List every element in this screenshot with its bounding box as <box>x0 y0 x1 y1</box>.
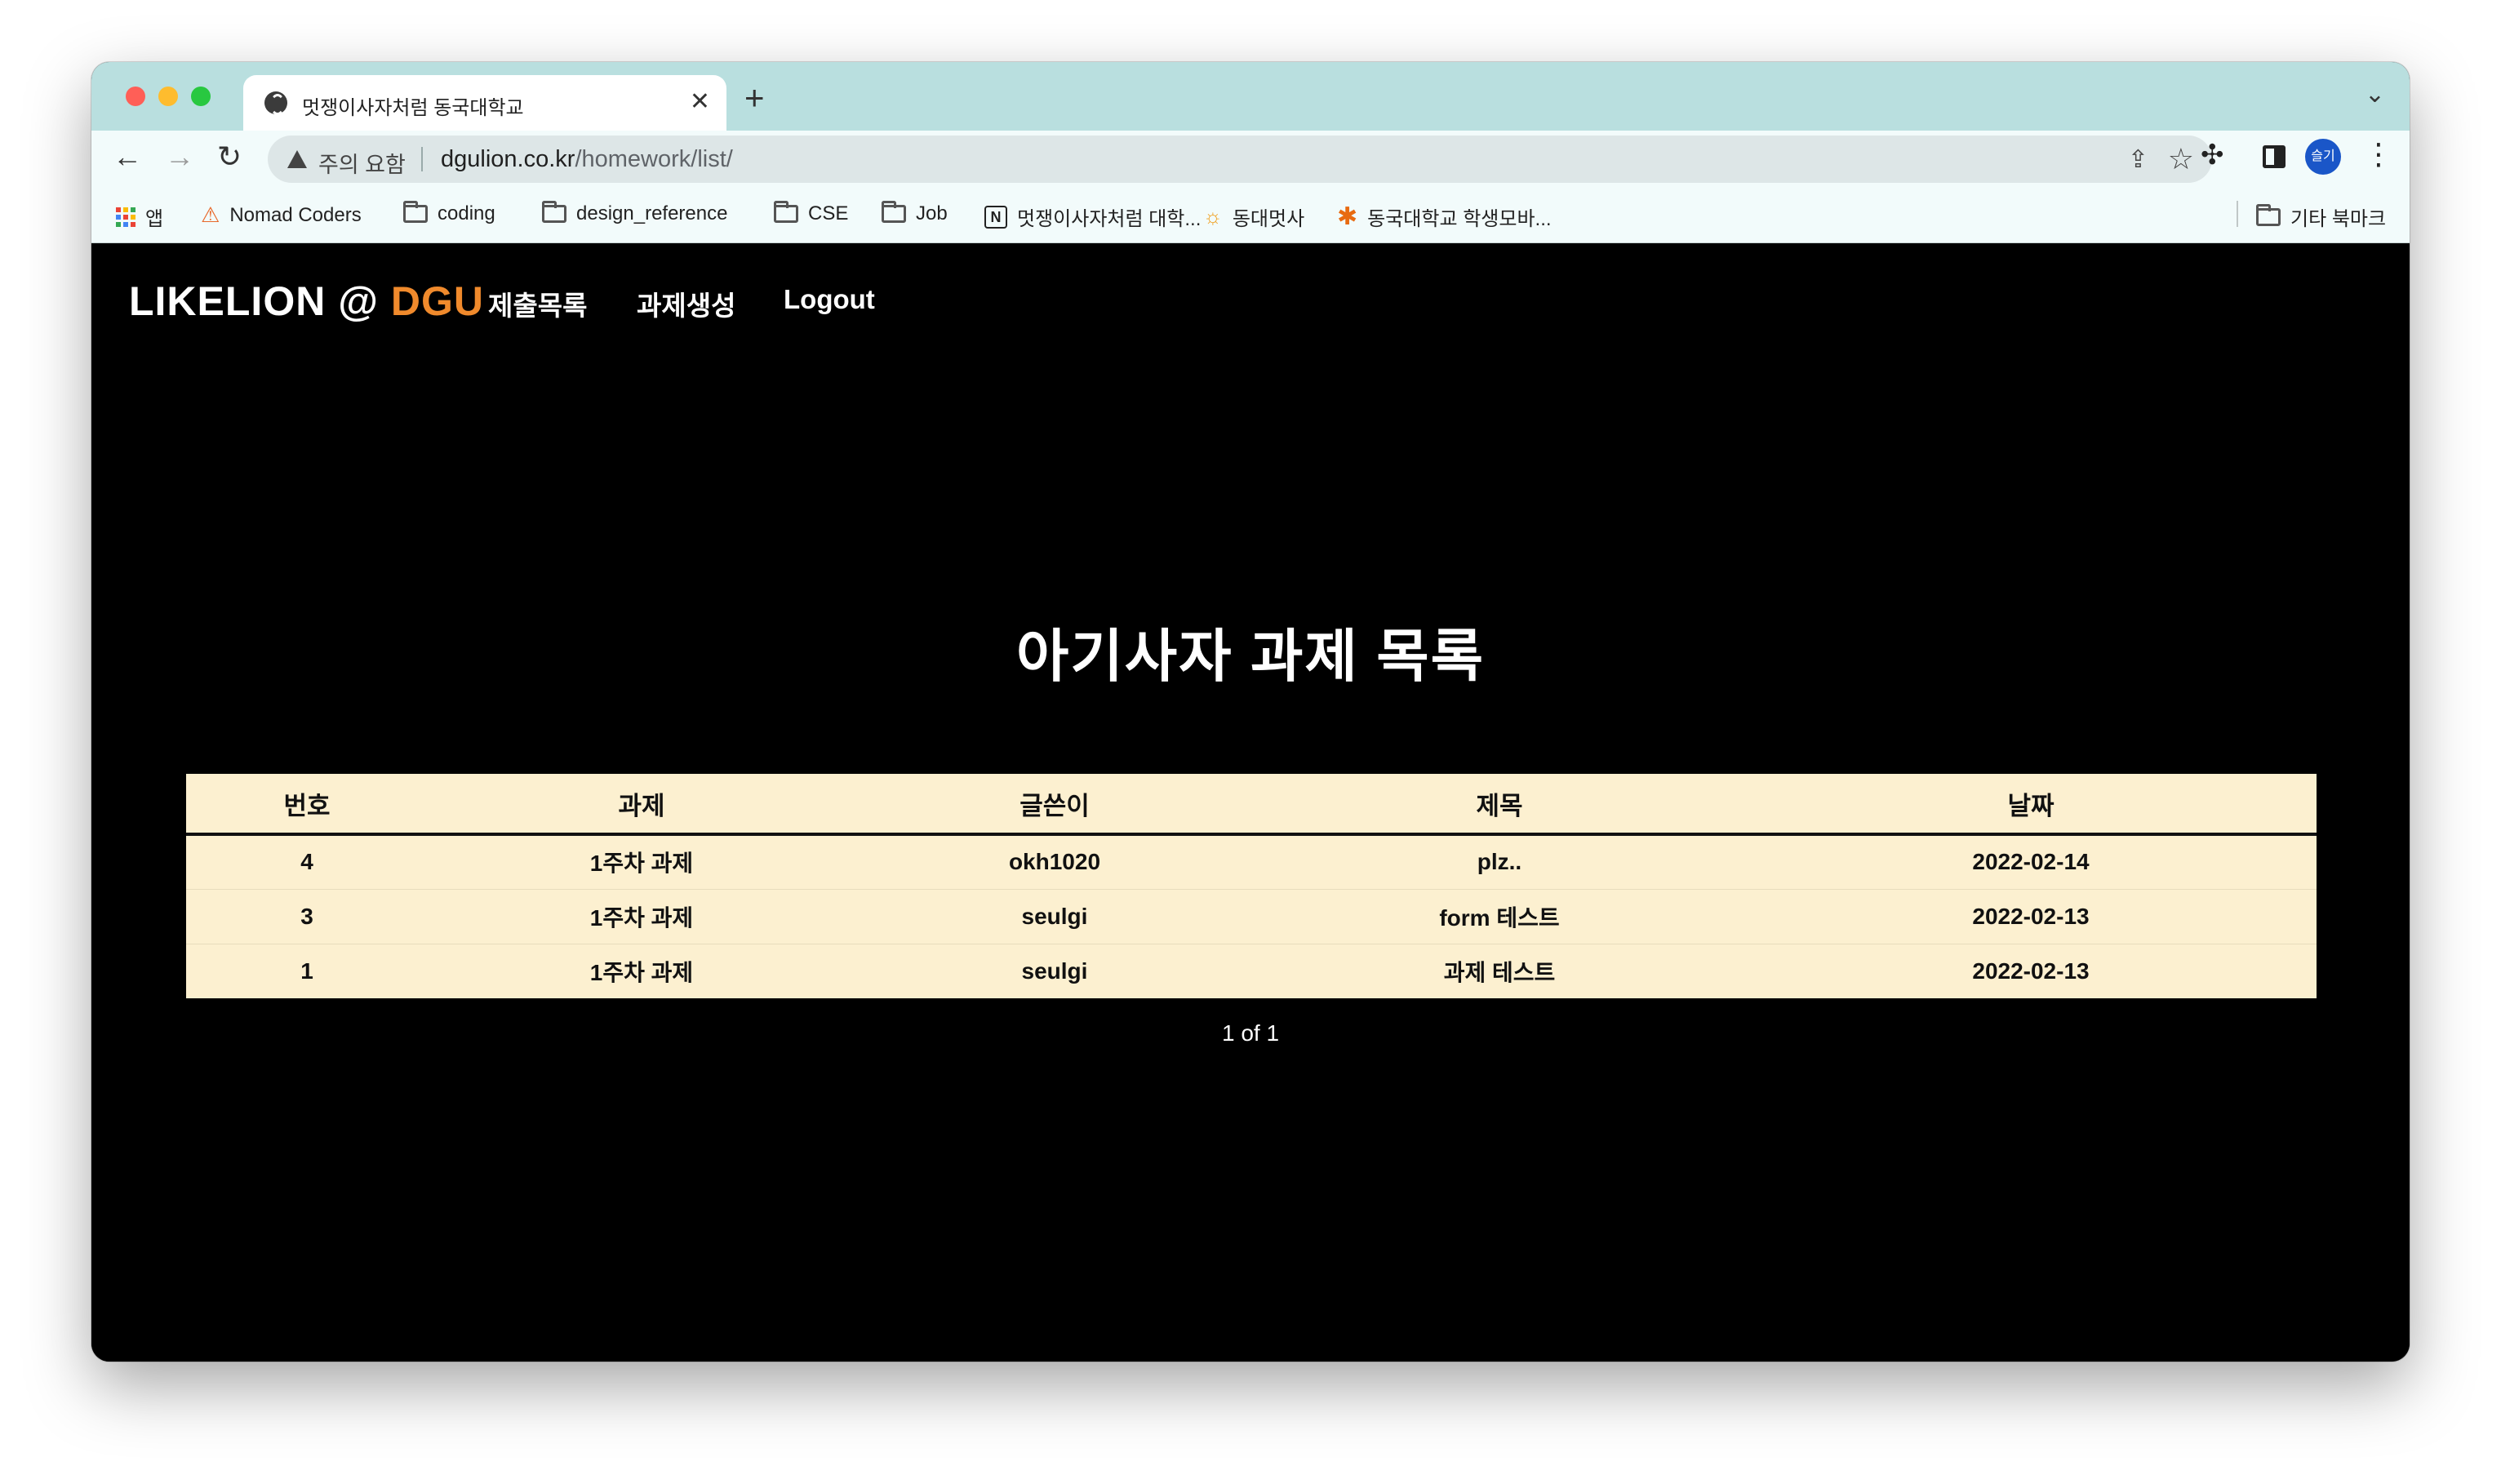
sun-icon: ☼ <box>1203 204 1223 229</box>
bookmark-label: design_reference <box>576 202 728 224</box>
close-window-button[interactable] <box>126 87 145 106</box>
notion-icon: N <box>984 205 1007 229</box>
minimize-window-button[interactable] <box>158 87 178 106</box>
cell-title-link[interactable]: plz.. <box>1254 834 1745 890</box>
folder-icon <box>403 201 428 223</box>
bookmark-nomad-coders[interactable]: ⚠ Nomad Coders <box>201 202 362 228</box>
close-tab-icon[interactable]: ✕ <box>690 88 710 116</box>
tab-search-chevron-icon[interactable]: ⌄ <box>2365 80 2385 109</box>
page-content: LIKELION @ DGU 제출목록 과제생성 Logout 아기사자 과제 … <box>91 243 2410 1362</box>
column-header-number: 번호 <box>283 791 331 820</box>
url-text[interactable]: dgulion.co.kr/homework/list/ <box>441 146 733 173</box>
table-row[interactable]: 1 1주차 과제 seulgi 과제 테스트 2022-02-13 <box>186 944 2317 998</box>
cell-number: 1 <box>300 957 313 984</box>
bookmarks-divider <box>2237 201 2238 227</box>
nav-submission-list[interactable]: 제출목록 <box>488 284 587 323</box>
bookmark-coding[interactable]: coding <box>403 201 495 225</box>
globe-icon <box>264 91 287 115</box>
bookmark-apps[interactable]: 앱 <box>116 202 163 231</box>
site-logo[interactable]: LIKELION @ DGU <box>129 278 484 325</box>
bookmark-label: 기타 북마크 <box>2290 208 2387 230</box>
cell-author: seulgi <box>855 889 1254 944</box>
folder-icon <box>774 201 798 223</box>
bookmark-label: Nomad Coders <box>229 203 362 226</box>
cell-author: seulgi <box>1021 957 1088 984</box>
homework-table: 번호 과제 글쓴이 제목 날짜 4 1주차 과제 okh1020 plz.. 2… <box>186 774 2317 998</box>
pagination-label: 1 of 1 <box>1221 1020 1280 1046</box>
browser-toolbar: ← → ↻ 주의 요함 dgulion.co.kr/homework/list/… <box>91 131 2410 184</box>
tab-strip: 멋쟁이사자처럼 동국대학교 ✕ + ⌄ <box>91 62 2410 131</box>
cell-homework: 1주차 과제 <box>428 889 855 944</box>
cell-homework: 1주차 과제 <box>589 959 694 985</box>
column-header-author: 글쓴이 <box>1020 791 1090 820</box>
apps-grid-icon <box>116 207 135 227</box>
bookmark-likelion-notion[interactable]: N 멋쟁이사자처럼 대학... <box>984 202 1201 231</box>
column-header-date: 날짜 <box>2007 791 2055 820</box>
profile-avatar[interactable]: 슬기 <box>2305 139 2341 175</box>
nav-logout[interactable]: Logout <box>784 284 875 315</box>
folder-icon <box>2256 203 2281 226</box>
warning-icon <box>287 150 307 168</box>
cell-date: 2022-02-13 <box>1745 889 2317 944</box>
cell-date: 2022-02-13 <box>1972 957 2090 984</box>
back-arrow-icon[interactable]: ← <box>113 137 142 176</box>
browser-menu-icon[interactable]: ⋮ <box>2364 137 2393 171</box>
table-row[interactable]: 4 1주차 과제 okh1020 plz.. 2022-02-14 <box>186 834 2317 890</box>
reload-icon[interactable]: ↻ <box>217 137 242 176</box>
extensions-puzzle-icon[interactable]: ✣ <box>2201 139 2224 171</box>
bookmark-job[interactable]: Job <box>882 201 948 225</box>
bookmark-label: coding <box>438 202 495 224</box>
brand-main: LIKELION @ <box>129 278 391 324</box>
table-header-row: 번호 과제 글쓴이 제목 날짜 <box>186 774 2317 834</box>
bookmark-cse[interactable]: CSE <box>774 201 849 225</box>
bookmark-label: 앱 <box>145 208 164 230</box>
side-panel-icon[interactable] <box>2263 145 2286 168</box>
share-icon[interactable]: ⇪ <box>2128 145 2148 174</box>
zoom-window-button[interactable] <box>191 87 211 106</box>
brand-accent: DGU <box>390 278 484 324</box>
cell-number: 4 <box>186 834 428 890</box>
cell-title-link[interactable]: 과제 테스트 <box>1254 944 1745 998</box>
address-bar[interactable]: 주의 요함 dgulion.co.kr/homework/list/ ⇪ ☆ <box>268 136 2212 183</box>
url-path: /homework/list/ <box>575 146 733 172</box>
forward-arrow-icon[interactable]: → <box>165 137 194 176</box>
bookmark-dongdae-mutsa[interactable]: ☼ 동대멋사 <box>1203 202 1304 231</box>
nomad-icon: ⚠ <box>201 202 220 227</box>
folder-icon <box>542 201 566 223</box>
flower-icon: ✱ <box>1337 203 1358 230</box>
folder-icon <box>882 201 906 223</box>
cell-title-link[interactable]: form 테스트 <box>1254 889 1745 944</box>
url-domain: dgulion.co.kr <box>441 146 575 172</box>
bookmark-star-icon[interactable]: ☆ <box>2168 142 2194 176</box>
bookmark-label: 동국대학교 학생모바... <box>1367 208 1552 230</box>
nav-create-homework[interactable]: 과제생성 <box>637 284 735 323</box>
column-header-homework: 과제 <box>618 791 665 820</box>
new-tab-button[interactable]: + <box>744 81 765 115</box>
browser-tab[interactable]: 멋쟁이사자처럼 동국대학교 ✕ <box>243 75 726 131</box>
bookmarks-bar: 앱 ⚠ Nomad Coders coding design_reference… <box>91 184 2410 243</box>
bookmark-label: Job <box>916 202 948 224</box>
cell-homework: 1주차 과제 <box>428 834 855 890</box>
cell-author: okh1020 <box>855 834 1254 890</box>
table-row[interactable]: 3 1주차 과제 seulgi form 테스트 2022-02-13 <box>186 889 2317 944</box>
cell-date: 2022-02-14 <box>1745 834 2317 890</box>
bookmark-label: CSE <box>808 202 849 224</box>
column-header-title: 제목 <box>1476 791 1523 820</box>
browser-window: 멋쟁이사자처럼 동국대학교 ✕ + ⌄ ← → ↻ 주의 요함 dgulion.… <box>91 62 2410 1362</box>
bookmark-dongguk-mobile[interactable]: ✱ 동국대학교 학생모바... <box>1337 202 1552 231</box>
bookmark-label: 멋쟁이사자처럼 대학... <box>1017 208 1202 230</box>
tab-title: 멋쟁이사자처럼 동국대학교 <box>302 97 524 119</box>
bookmark-label: 동대멋사 <box>1232 208 1305 230</box>
page-title: 아기사자 과제 목록 <box>1015 624 1486 688</box>
cell-number: 3 <box>186 889 428 944</box>
security-label[interactable]: 주의 요함 <box>318 147 406 179</box>
omnibox-divider <box>421 147 423 171</box>
other-bookmarks[interactable]: 기타 북마크 <box>2256 202 2386 231</box>
bookmark-design-reference[interactable]: design_reference <box>542 201 728 225</box>
